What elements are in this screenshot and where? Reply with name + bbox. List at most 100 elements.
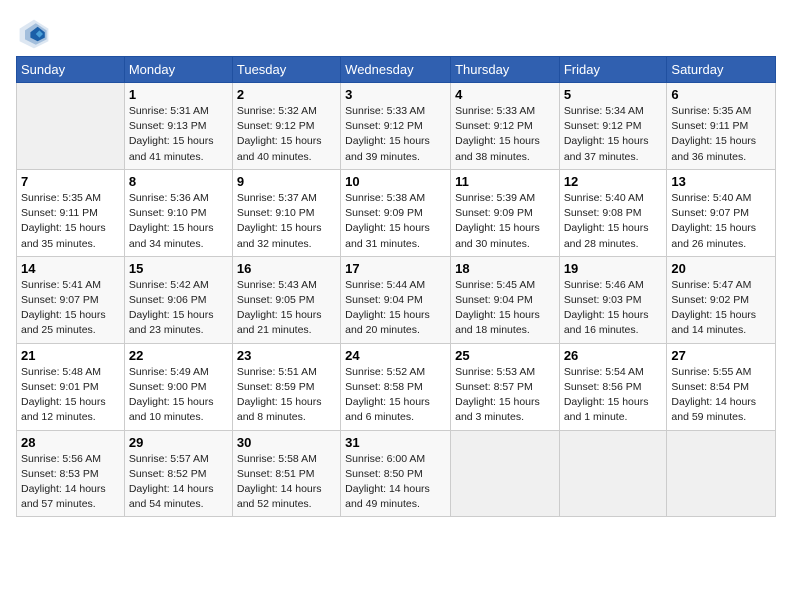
day-detail: Sunrise: 5:35 AMSunset: 9:11 PMDaylight:… [21, 191, 120, 252]
day-detail: Sunrise: 5:34 AMSunset: 9:12 PMDaylight:… [564, 104, 663, 165]
calendar-cell [17, 83, 125, 170]
calendar-cell: 18 Sunrise: 5:45 AMSunset: 9:04 PMDaylig… [451, 256, 560, 343]
day-detail: Sunrise: 5:49 AMSunset: 9:00 PMDaylight:… [129, 365, 228, 426]
calendar-cell: 16 Sunrise: 5:43 AMSunset: 9:05 PMDaylig… [232, 256, 340, 343]
day-detail: Sunrise: 5:57 AMSunset: 8:52 PMDaylight:… [129, 452, 228, 513]
calendar-cell [559, 430, 667, 517]
calendar-cell: 9 Sunrise: 5:37 AMSunset: 9:10 PMDayligh… [232, 169, 340, 256]
header [16, 16, 776, 52]
day-detail: Sunrise: 6:00 AMSunset: 8:50 PMDaylight:… [345, 452, 446, 513]
day-detail: Sunrise: 5:43 AMSunset: 9:05 PMDaylight:… [237, 278, 336, 339]
day-number: 17 [345, 261, 446, 276]
day-detail: Sunrise: 5:33 AMSunset: 9:12 PMDaylight:… [455, 104, 555, 165]
calendar-week-row: 21 Sunrise: 5:48 AMSunset: 9:01 PMDaylig… [17, 343, 776, 430]
day-number: 1 [129, 87, 228, 102]
day-detail: Sunrise: 5:42 AMSunset: 9:06 PMDaylight:… [129, 278, 228, 339]
calendar-container: SundayMondayTuesdayWednesdayThursdayFrid… [0, 0, 792, 525]
calendar-cell: 17 Sunrise: 5:44 AMSunset: 9:04 PMDaylig… [341, 256, 451, 343]
day-number: 31 [345, 435, 446, 450]
day-number: 25 [455, 348, 555, 363]
day-detail: Sunrise: 5:35 AMSunset: 9:11 PMDaylight:… [671, 104, 771, 165]
calendar-cell: 21 Sunrise: 5:48 AMSunset: 9:01 PMDaylig… [17, 343, 125, 430]
day-number: 23 [237, 348, 336, 363]
calendar-cell: 6 Sunrise: 5:35 AMSunset: 9:11 PMDayligh… [667, 83, 776, 170]
day-detail: Sunrise: 5:46 AMSunset: 9:03 PMDaylight:… [564, 278, 663, 339]
day-detail: Sunrise: 5:37 AMSunset: 9:10 PMDaylight:… [237, 191, 336, 252]
day-number: 7 [21, 174, 120, 189]
day-number: 21 [21, 348, 120, 363]
calendar-week-row: 14 Sunrise: 5:41 AMSunset: 9:07 PMDaylig… [17, 256, 776, 343]
day-of-week-header: Tuesday [232, 57, 340, 83]
calendar-cell: 12 Sunrise: 5:40 AMSunset: 9:08 PMDaylig… [559, 169, 667, 256]
day-number: 6 [671, 87, 771, 102]
day-of-week-header: Monday [124, 57, 232, 83]
calendar-week-row: 28 Sunrise: 5:56 AMSunset: 8:53 PMDaylig… [17, 430, 776, 517]
day-number: 26 [564, 348, 663, 363]
day-number: 16 [237, 261, 336, 276]
calendar-cell: 13 Sunrise: 5:40 AMSunset: 9:07 PMDaylig… [667, 169, 776, 256]
calendar-cell: 15 Sunrise: 5:42 AMSunset: 9:06 PMDaylig… [124, 256, 232, 343]
calendar-cell: 5 Sunrise: 5:34 AMSunset: 9:12 PMDayligh… [559, 83, 667, 170]
day-of-week-header: Thursday [451, 57, 560, 83]
calendar-cell: 1 Sunrise: 5:31 AMSunset: 9:13 PMDayligh… [124, 83, 232, 170]
day-number: 20 [671, 261, 771, 276]
calendar-cell: 26 Sunrise: 5:54 AMSunset: 8:56 PMDaylig… [559, 343, 667, 430]
calendar-cell [451, 430, 560, 517]
calendar-week-row: 7 Sunrise: 5:35 AMSunset: 9:11 PMDayligh… [17, 169, 776, 256]
day-of-week-header: Friday [559, 57, 667, 83]
calendar-cell: 27 Sunrise: 5:55 AMSunset: 8:54 PMDaylig… [667, 343, 776, 430]
day-number: 11 [455, 174, 555, 189]
day-detail: Sunrise: 5:40 AMSunset: 9:08 PMDaylight:… [564, 191, 663, 252]
calendar-cell: 2 Sunrise: 5:32 AMSunset: 9:12 PMDayligh… [232, 83, 340, 170]
day-detail: Sunrise: 5:58 AMSunset: 8:51 PMDaylight:… [237, 452, 336, 513]
calendar-cell: 19 Sunrise: 5:46 AMSunset: 9:03 PMDaylig… [559, 256, 667, 343]
day-detail: Sunrise: 5:54 AMSunset: 8:56 PMDaylight:… [564, 365, 663, 426]
day-number: 14 [21, 261, 120, 276]
day-detail: Sunrise: 5:44 AMSunset: 9:04 PMDaylight:… [345, 278, 446, 339]
calendar-cell: 4 Sunrise: 5:33 AMSunset: 9:12 PMDayligh… [451, 83, 560, 170]
calendar-week-row: 1 Sunrise: 5:31 AMSunset: 9:13 PMDayligh… [17, 83, 776, 170]
day-number: 28 [21, 435, 120, 450]
calendar-cell: 25 Sunrise: 5:53 AMSunset: 8:57 PMDaylig… [451, 343, 560, 430]
day-number: 10 [345, 174, 446, 189]
day-number: 4 [455, 87, 555, 102]
calendar-cell: 29 Sunrise: 5:57 AMSunset: 8:52 PMDaylig… [124, 430, 232, 517]
day-detail: Sunrise: 5:32 AMSunset: 9:12 PMDaylight:… [237, 104, 336, 165]
day-number: 9 [237, 174, 336, 189]
day-number: 2 [237, 87, 336, 102]
day-detail: Sunrise: 5:40 AMSunset: 9:07 PMDaylight:… [671, 191, 771, 252]
calendar-cell: 10 Sunrise: 5:38 AMSunset: 9:09 PMDaylig… [341, 169, 451, 256]
day-number: 19 [564, 261, 663, 276]
logo-icon [16, 16, 52, 52]
calendar-cell: 22 Sunrise: 5:49 AMSunset: 9:00 PMDaylig… [124, 343, 232, 430]
day-detail: Sunrise: 5:52 AMSunset: 8:58 PMDaylight:… [345, 365, 446, 426]
day-number: 12 [564, 174, 663, 189]
calendar-cell: 31 Sunrise: 6:00 AMSunset: 8:50 PMDaylig… [341, 430, 451, 517]
day-detail: Sunrise: 5:38 AMSunset: 9:09 PMDaylight:… [345, 191, 446, 252]
day-number: 27 [671, 348, 771, 363]
day-detail: Sunrise: 5:51 AMSunset: 8:59 PMDaylight:… [237, 365, 336, 426]
day-detail: Sunrise: 5:39 AMSunset: 9:09 PMDaylight:… [455, 191, 555, 252]
calendar-cell [667, 430, 776, 517]
logo [16, 16, 56, 52]
day-number: 22 [129, 348, 228, 363]
day-detail: Sunrise: 5:41 AMSunset: 9:07 PMDaylight:… [21, 278, 120, 339]
calendar-table: SundayMondayTuesdayWednesdayThursdayFrid… [16, 56, 776, 517]
day-of-week-header: Saturday [667, 57, 776, 83]
day-detail: Sunrise: 5:55 AMSunset: 8:54 PMDaylight:… [671, 365, 771, 426]
day-detail: Sunrise: 5:36 AMSunset: 9:10 PMDaylight:… [129, 191, 228, 252]
day-number: 13 [671, 174, 771, 189]
day-detail: Sunrise: 5:45 AMSunset: 9:04 PMDaylight:… [455, 278, 555, 339]
day-detail: Sunrise: 5:53 AMSunset: 8:57 PMDaylight:… [455, 365, 555, 426]
calendar-cell: 28 Sunrise: 5:56 AMSunset: 8:53 PMDaylig… [17, 430, 125, 517]
day-number: 29 [129, 435, 228, 450]
day-of-week-header: Wednesday [341, 57, 451, 83]
day-of-week-header: Sunday [17, 57, 125, 83]
day-number: 8 [129, 174, 228, 189]
day-detail: Sunrise: 5:48 AMSunset: 9:01 PMDaylight:… [21, 365, 120, 426]
day-number: 18 [455, 261, 555, 276]
calendar-cell: 3 Sunrise: 5:33 AMSunset: 9:12 PMDayligh… [341, 83, 451, 170]
calendar-cell: 20 Sunrise: 5:47 AMSunset: 9:02 PMDaylig… [667, 256, 776, 343]
day-number: 5 [564, 87, 663, 102]
day-detail: Sunrise: 5:31 AMSunset: 9:13 PMDaylight:… [129, 104, 228, 165]
